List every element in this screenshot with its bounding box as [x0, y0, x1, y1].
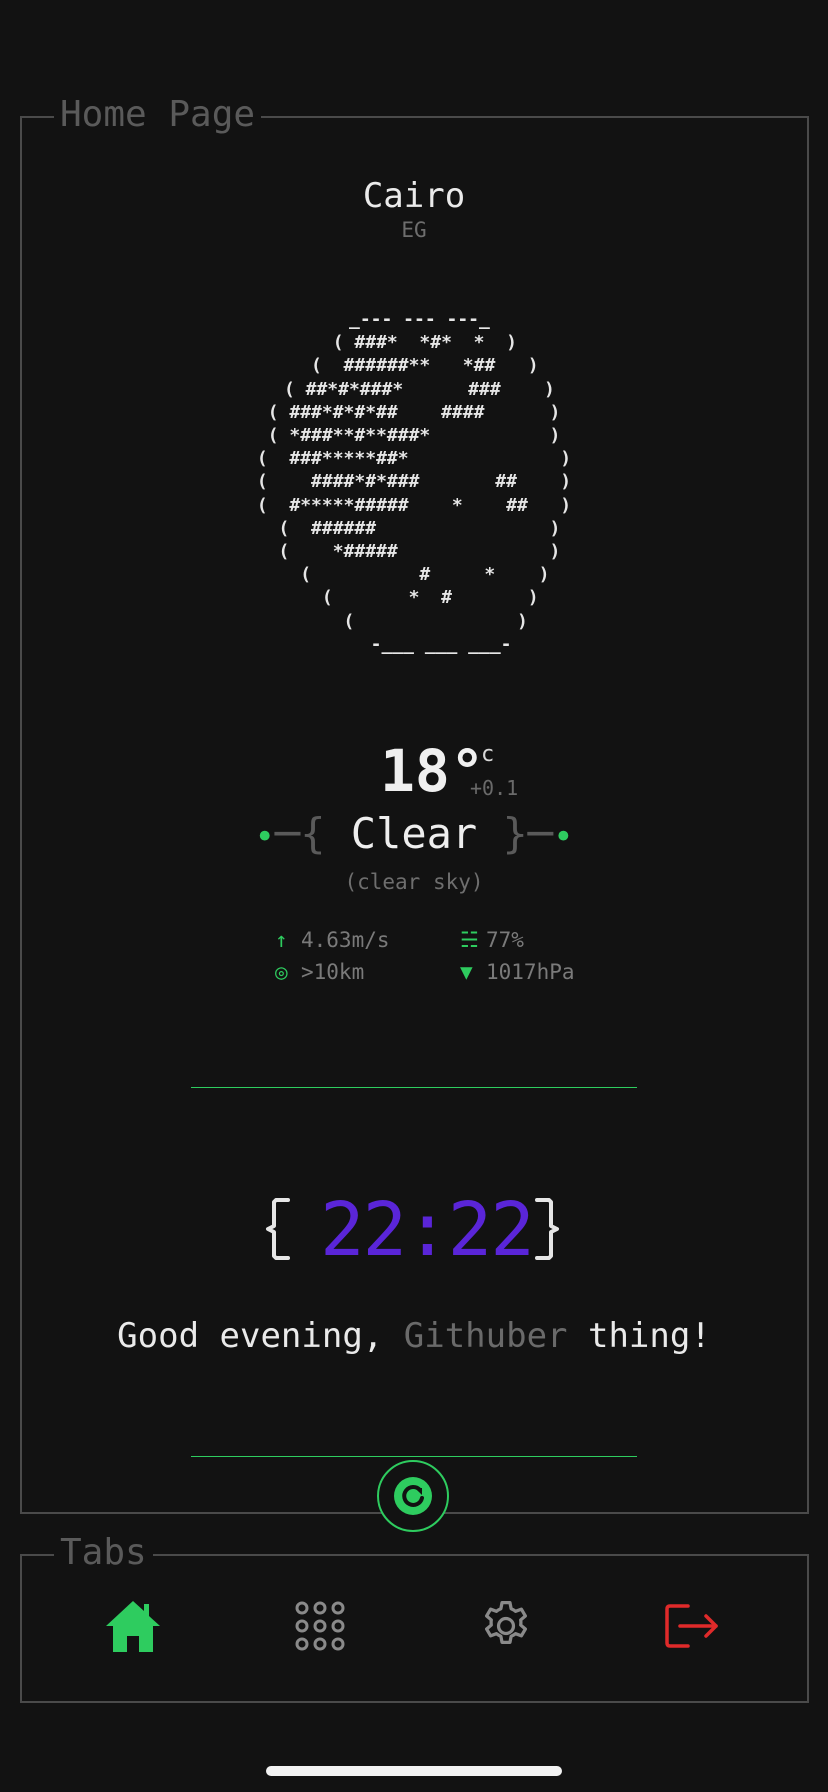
humidity-icon: ☵	[460, 928, 479, 952]
condition-dot-right: •	[553, 817, 574, 857]
tab-apps[interactable]	[290, 1596, 350, 1656]
refresh-icon	[394, 1477, 432, 1515]
temperature-delta: +0.1	[470, 776, 519, 800]
gear-icon	[485, 1601, 527, 1644]
humidity-stat: ☵ 77%	[460, 928, 524, 952]
tab-settings[interactable]	[476, 1596, 536, 1656]
temperature-unit: c	[481, 742, 495, 767]
wind-stat: ↑ 4.63m/s	[275, 928, 390, 952]
condition-detail: (clear sky)	[344, 870, 484, 894]
greeting-suffix: thing!	[567, 1316, 711, 1356]
wind-arrow-icon: ↑	[275, 928, 288, 952]
clock: 22:22	[0, 1190, 828, 1270]
apps-grid-icon	[295, 1601, 345, 1651]
greeting: Good evening, Githuber thing!	[0, 1316, 828, 1356]
greeting-name: Githuber	[403, 1316, 568, 1356]
pressure-icon: ▼	[460, 960, 473, 984]
visibility-value: >10km	[301, 960, 365, 984]
tab-home[interactable]	[103, 1596, 163, 1656]
greeting-prefix: Good evening,	[117, 1316, 404, 1356]
clock-bracket-left	[266, 1198, 290, 1260]
weather-ascii-art: _--- --- ---_ ( ###* *#* * ) ( ######** …	[256, 309, 572, 655]
logout-icon	[665, 1604, 718, 1648]
tab-logout[interactable]	[662, 1596, 722, 1656]
pressure-value: 1017hPa	[486, 960, 575, 984]
condition-brace-left: ─{	[274, 809, 351, 858]
condition-row: •─{ Clear }─•	[0, 809, 828, 858]
divider-top	[191, 1087, 637, 1088]
home-icon	[106, 1601, 160, 1652]
visibility-icon: ◎	[275, 960, 288, 984]
wind-value: 4.63m/s	[301, 928, 390, 952]
tabs-title: Tabs	[54, 1533, 153, 1573]
humidity-value: 77%	[486, 928, 524, 952]
divider-bottom	[191, 1456, 637, 1457]
condition-dot-left: •	[254, 817, 275, 857]
home-page-title: Home Page	[54, 95, 262, 135]
condition-brace-right: }─	[477, 809, 554, 858]
pressure-stat: ▼ 1017hPa	[460, 960, 575, 984]
visibility-stat: ◎ >10km	[275, 960, 364, 984]
condition-text: Clear	[350, 809, 478, 858]
city-name: Cairo	[362, 176, 466, 216]
home-indicator	[266, 1766, 562, 1776]
country-code: EG	[401, 218, 427, 242]
clock-bracket-right	[535, 1198, 559, 1260]
temperature-block: 18° c +0.1	[380, 737, 518, 805]
clock-time: 22:22	[320, 1187, 535, 1273]
refresh-button[interactable]	[377, 1460, 449, 1532]
